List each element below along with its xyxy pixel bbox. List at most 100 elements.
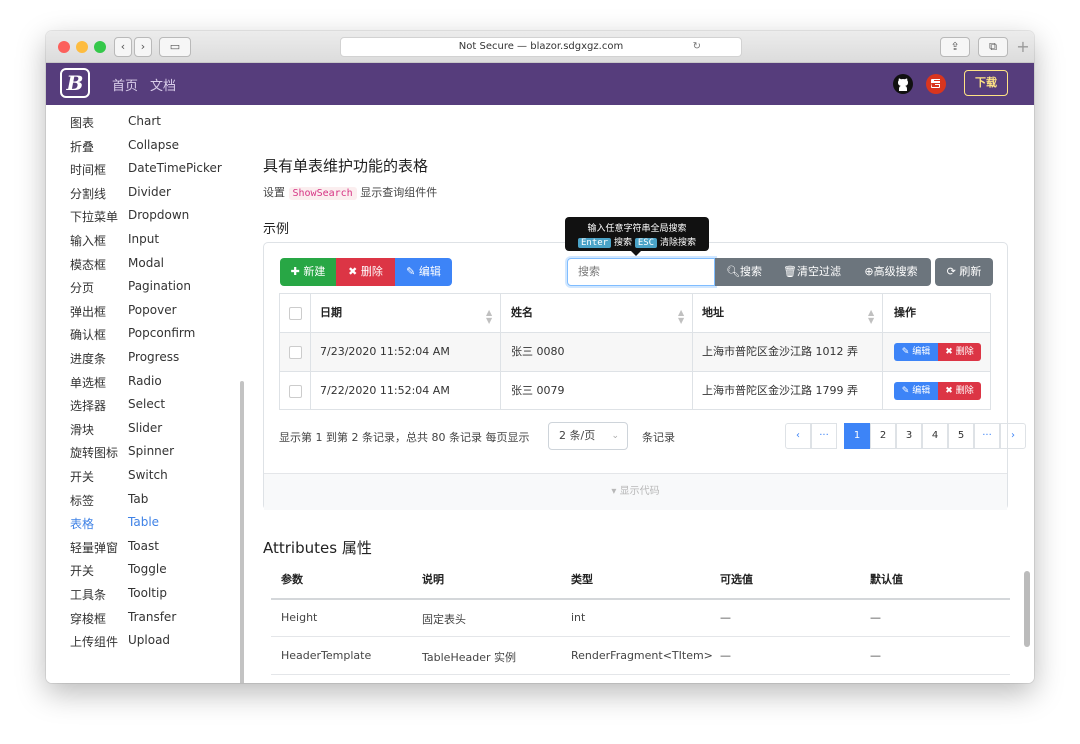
page-button-5[interactable]: 5 — [948, 423, 974, 449]
column-header-date[interactable]: 日期 — [320, 294, 342, 332]
browser-window: ‹ › ▭ Not Secure — blazor.sdgxgz.com ↻ ⇪… — [46, 31, 1034, 683]
attr-param-cell: HeaderTemplate — [281, 649, 372, 662]
cell-address: 上海市普陀区金沙江路 1012 弄 — [702, 345, 858, 358]
sidebar-item-cn-label: 滑块 — [70, 422, 95, 437]
delete-button[interactable]: ✖ 删除 — [336, 258, 395, 286]
edit-button[interactable]: ✎ 编辑 — [395, 258, 452, 286]
sidebar-item-cn-label: 折叠 — [70, 139, 95, 154]
attr-header-default: 默认值 — [870, 573, 903, 586]
caret-down-icon: ▾ — [611, 486, 617, 497]
maximize-window-button[interactable] — [94, 41, 106, 53]
delete-button-label: 删除 — [360, 265, 383, 278]
search-icon: 🔍︎ — [726, 265, 740, 278]
sidebar-item-cn-label: 表格 — [70, 517, 95, 532]
col-divider — [692, 294, 693, 409]
sidebar-toggle-icon[interactable]: ▭ — [159, 37, 191, 57]
row-delete-button[interactable]: ✖ 删除 — [938, 382, 981, 400]
show-code-toggle[interactable]: ▾ 显示代码 — [264, 473, 1007, 510]
sort-icon[interactable]: ▲ ▼ — [868, 309, 874, 325]
download-button[interactable]: 下载 — [964, 70, 1008, 96]
sidebar-item-cn-label: 下拉菜单 — [70, 210, 119, 225]
reload-icon[interactable]: ↻ — [693, 38, 701, 56]
times-icon: ✖ — [348, 265, 358, 278]
sidebar-item-en-label: Slider — [128, 420, 163, 435]
chevron-down-icon: ⌄ — [611, 431, 619, 441]
search-button-label: 搜索 — [739, 265, 762, 278]
main-content: 具有单表维护功能的表格 设置 ShowSearch 显示查询组件件 示例 ✚ 新… — [251, 105, 1034, 683]
tooltip-text-search: 搜索 — [613, 238, 632, 248]
new-button-label: 新建 — [303, 265, 326, 278]
sort-icon[interactable]: ▲ ▼ — [678, 309, 684, 325]
sidebar-scrollbar[interactable] — [240, 381, 244, 683]
row-edit-button[interactable]: ✎ 编辑 — [894, 382, 938, 400]
cell-name: 张三 0080 — [511, 345, 565, 358]
edit-icon: ✎ — [901, 386, 910, 396]
tooltip-key-esc: ESC — [634, 238, 658, 248]
sidebar-item-en-label: Dropdown — [128, 208, 190, 223]
sidebar-item-cn-label: 标签 — [70, 493, 95, 508]
pencil-icon: ✎ — [406, 265, 416, 278]
sidebar-nav: 图表 Chart 折叠 Collapse 时间框 DateTimePicker 分割线 Div… — [46, 105, 251, 683]
page-button-3[interactable]: 3 — [896, 423, 922, 449]
column-header-address[interactable]: 地址 — [702, 294, 724, 332]
advanced-search-label: 高级搜索 — [873, 265, 918, 278]
sidebar-item-en-label: Divider — [128, 184, 171, 199]
page-size-select[interactable]: 2 条/页 ⌄ — [548, 422, 628, 450]
subtitle-suffix: 显示查询组件件 — [360, 186, 438, 199]
clear-filter-button[interactable]: 🗑︎清空过滤 — [773, 258, 851, 286]
sidebar-item-cn-label: 穿梭框 — [70, 611, 107, 626]
cell-date: 7/22/2020 11:52:04 AM — [320, 384, 450, 397]
row-edit-button[interactable]: ✎ 编辑 — [894, 343, 938, 361]
select-all-checkbox[interactable] — [289, 307, 302, 320]
column-header-name[interactable]: 姓名 — [511, 294, 533, 332]
subtitle-code: ShowSearch — [288, 187, 357, 200]
sidebar-item-en-label: Toggle — [128, 562, 167, 577]
address-bar[interactable]: Not Secure — blazor.sdgxgz.com ↻ — [340, 37, 742, 57]
github-icon[interactable] — [892, 73, 914, 95]
gitee-icon[interactable] — [925, 73, 947, 95]
times-icon: ✖ — [945, 386, 953, 396]
pagination-ellipsis-right[interactable]: ··· — [974, 423, 1000, 449]
attr-type-cell: int — [571, 611, 586, 624]
new-tab-icon[interactable]: + — [1012, 37, 1034, 57]
site-navbar: B 首页 文档 下载 — [46, 63, 1034, 105]
row-checkbox[interactable] — [289, 346, 302, 359]
refresh-button[interactable]: ⟳ 刷新 — [935, 258, 993, 286]
minimize-window-button[interactable] — [76, 41, 88, 53]
sidebar-item-cn-label: 开关 — [70, 564, 95, 579]
site-logo[interactable]: B — [60, 68, 90, 98]
refresh-icon: ⟳ — [946, 265, 956, 278]
col-divider — [310, 294, 311, 409]
nav-link-docs[interactable]: 文档 — [150, 75, 176, 94]
advanced-search-button[interactable]: ⊕高级搜索 — [851, 258, 931, 286]
search-input[interactable]: 搜索 — [567, 258, 715, 286]
next-page-button[interactable]: › — [1000, 423, 1026, 449]
attr-desc-cell: 固定表头 — [422, 613, 466, 626]
attr-header-options: 可选值 — [720, 573, 753, 586]
close-window-button[interactable] — [58, 41, 70, 53]
sort-icon[interactable]: ▲ ▼ — [486, 309, 492, 325]
nav-link-home[interactable]: 首页 — [112, 75, 138, 94]
back-icon[interactable]: ‹ — [114, 37, 132, 57]
pagination-ellipsis-left[interactable]: ··· — [811, 423, 837, 449]
example-heading: 示例 — [263, 222, 290, 237]
sidebar-item-en-label: Transfer — [128, 609, 177, 624]
page-button-1[interactable]: 1 — [844, 423, 870, 449]
page-button-2[interactable]: 2 — [870, 423, 896, 449]
page-button-4[interactable]: 4 — [922, 423, 948, 449]
row-checkbox[interactable] — [289, 385, 302, 398]
search-button[interactable]: 🔍︎搜索 — [715, 258, 773, 286]
new-button[interactable]: ✚ 新建 — [280, 258, 336, 286]
attr-header-desc: 说明 — [422, 573, 444, 586]
times-icon: ✖ — [945, 347, 953, 357]
tooltip-key-enter: Enter — [577, 238, 612, 248]
sidebar-item-en-label: Tab — [128, 491, 149, 506]
forward-icon[interactable]: › — [134, 37, 152, 57]
prev-page-button[interactable]: ‹ — [785, 423, 811, 449]
page-scrollbar[interactable] — [1024, 571, 1030, 647]
edit-icon: ✎ — [901, 347, 910, 357]
sidebar-item-en-label: DateTimePicker — [128, 161, 222, 176]
row-delete-button[interactable]: ✖ 删除 — [938, 343, 981, 361]
tabs-icon[interactable]: ⧉ — [978, 37, 1008, 57]
share-icon[interactable]: ⇪ — [940, 37, 970, 57]
